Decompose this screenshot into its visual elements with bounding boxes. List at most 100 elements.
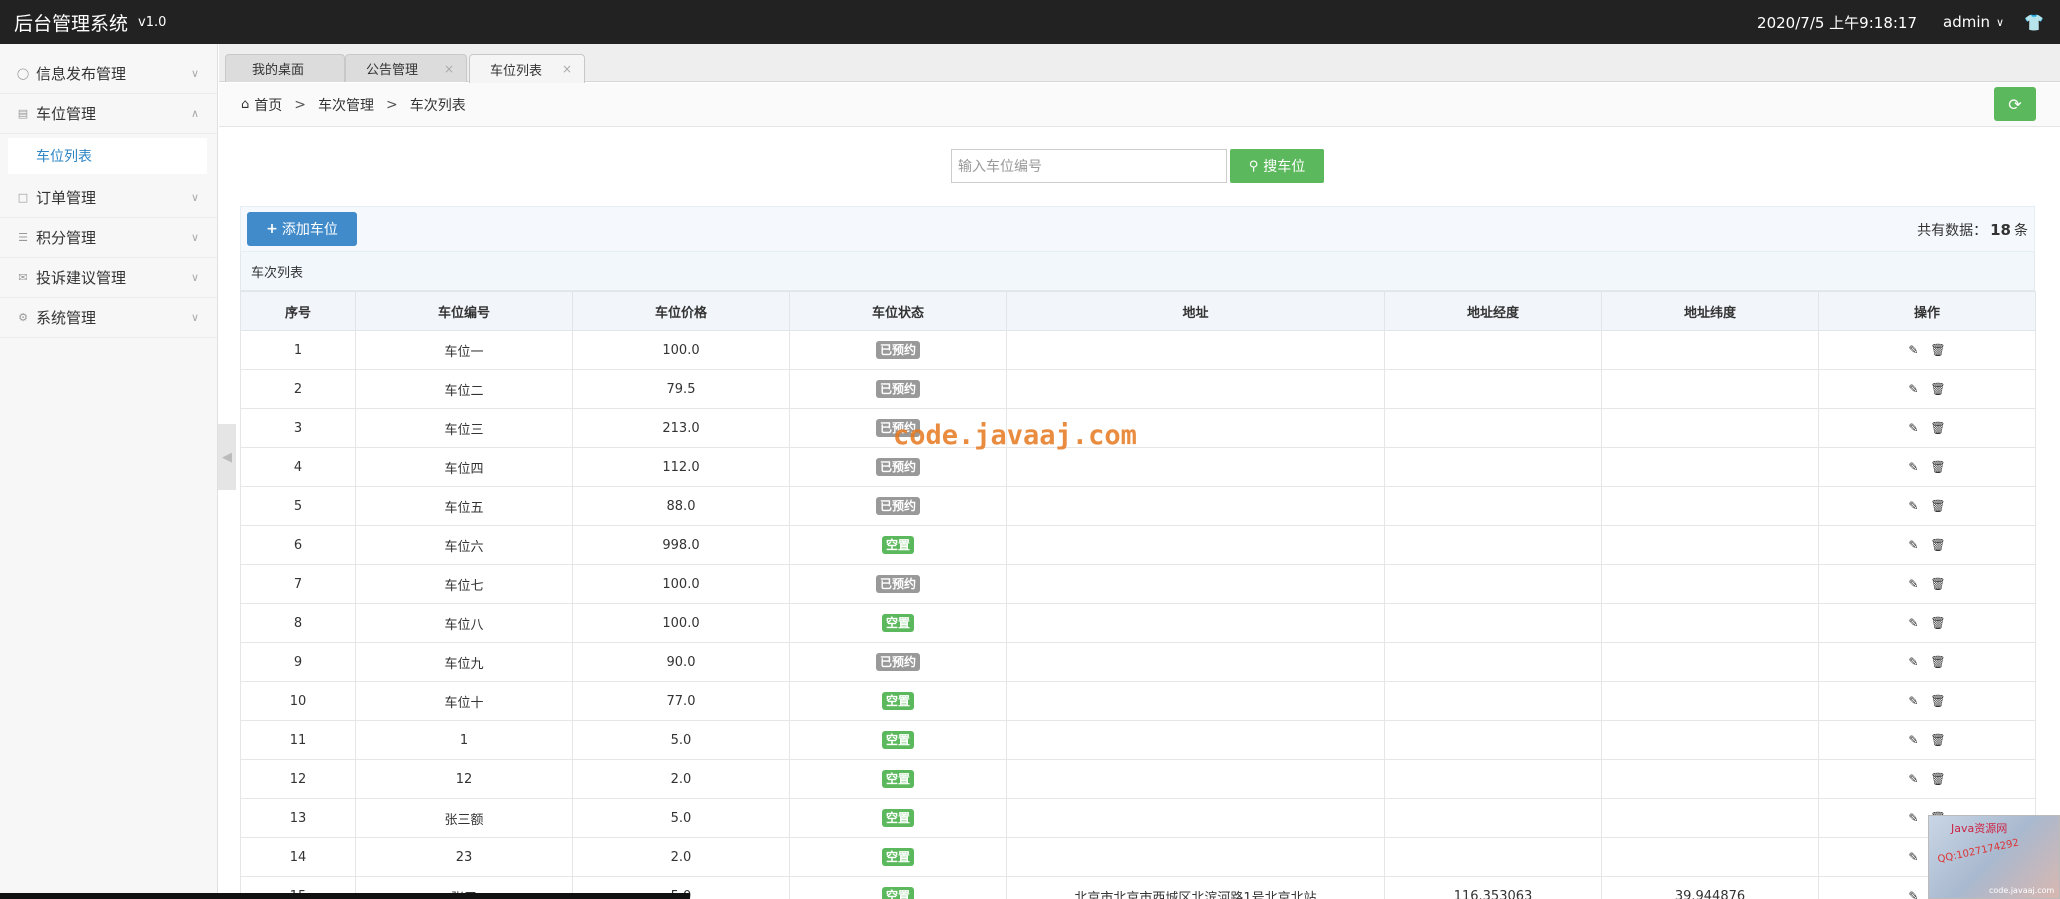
table-row: 4 车位四 112.0 已预约 ✎ 🗑	[240, 447, 2036, 487]
tab-announcements[interactable]: 公告管理 ×	[345, 54, 467, 82]
trash-icon[interactable]: 🗑	[1930, 616, 1945, 630]
refresh-button[interactable]: ⟳	[1994, 87, 2036, 121]
add-parking-button[interactable]: + 添加车位	[247, 212, 357, 246]
close-icon[interactable]: ×	[562, 62, 572, 76]
edit-icon[interactable]: ✎	[1908, 538, 1918, 552]
record-count: 共有数据： 18 条	[1917, 220, 2028, 240]
table-row: 13张三额5.0空置✎🗑	[240, 798, 2036, 838]
list-toolbar: + 添加车位 共有数据： 18 条	[240, 206, 2035, 252]
top-navbar: 后台管理系统 v1.0 2020/7/5 上午9:18:17 admin ∨ 👕	[0, 0, 2060, 44]
breadcrumb-level2: 车次列表	[409, 97, 466, 114]
table-row: 5 车位五 88.0 已预约 ✎ 🗑	[240, 486, 2036, 526]
sidebar-subitem-parking-list[interactable]: 车位列表	[8, 138, 207, 174]
sidebar-item-label: 系统管理	[36, 309, 97, 327]
close-icon[interactable]: ×	[444, 62, 454, 76]
edit-icon[interactable]: ✎	[1908, 499, 1918, 513]
cell-lat	[1601, 369, 1819, 409]
edit-icon[interactable]: ✎	[1908, 850, 1918, 864]
cell-status: 空置	[789, 759, 1007, 799]
cell-lat	[1601, 759, 1819, 799]
cell-actions: ✎🗑	[1818, 564, 2036, 604]
tab-my-desktop[interactable]: 我的桌面	[225, 54, 345, 82]
cell-price: 5.0	[572, 798, 790, 838]
cell-lat	[1601, 408, 1819, 448]
cell-code: 车位五	[355, 486, 573, 526]
trash-icon[interactable]: 🗑	[1930, 382, 1945, 396]
topbar-right: 2020/7/5 上午9:18:17 admin ∨ 👕	[1757, 12, 2060, 33]
cell-no: 3	[240, 408, 356, 448]
cell-code: 车位九	[355, 642, 573, 682]
cell-code: 车位六	[355, 525, 573, 565]
edit-icon[interactable]: ✎	[1908, 811, 1918, 825]
edit-icon[interactable]: ✎	[1908, 694, 1918, 708]
edit-icon[interactable]: ✎	[1908, 421, 1918, 435]
row-actions: ✎🗑	[1908, 577, 1945, 591]
edit-icon[interactable]: ✎	[1908, 382, 1918, 396]
sidebar-collapse-toggle[interactable]: ◀	[218, 424, 236, 490]
cell-price: 2.0	[572, 759, 790, 799]
cell-no: 12	[240, 759, 356, 799]
shirt-icon[interactable]: 👕	[2024, 13, 2044, 32]
datetime-display: 2020/7/5 上午9:18:17	[1757, 13, 1918, 32]
home-icon: ⌂	[241, 97, 250, 112]
tab-parking-list[interactable]: 车位列表 ×	[469, 54, 585, 83]
cell-no: 2	[240, 369, 356, 409]
count-value: 18	[1990, 221, 2011, 239]
search-input[interactable]: 输入车位编号	[951, 149, 1227, 183]
cell-lat	[1601, 603, 1819, 643]
search-icon: ⚲	[1248, 158, 1259, 174]
edit-icon[interactable]: ✎	[1908, 655, 1918, 669]
trash-icon[interactable]: 🗑	[1930, 343, 1945, 357]
chevron-down-icon: ∨	[1996, 15, 2005, 29]
trash-icon[interactable]: 🗑	[1930, 538, 1945, 552]
sidebar-item-info-publish[interactable]: ◯ 信息发布管理 ∨	[0, 54, 217, 94]
edit-icon[interactable]: ✎	[1908, 577, 1918, 591]
trash-icon[interactable]: 🗑	[1930, 772, 1945, 786]
user-menu[interactable]: admin ∨	[1943, 13, 2004, 31]
breadcrumb-separator: >	[294, 96, 306, 113]
trash-icon[interactable]: 🗑	[1930, 655, 1945, 669]
edit-icon[interactable]: ✎	[1908, 889, 1918, 899]
edit-icon[interactable]: ✎	[1908, 460, 1918, 474]
sidebar-item-system[interactable]: ⚙ 系统管理 ∨	[0, 298, 217, 338]
sidebar-item-label: 投诉建议管理	[36, 269, 127, 287]
cell-lng	[1384, 564, 1602, 604]
cell-actions: ✎🗑	[1818, 486, 2036, 526]
breadcrumb-home[interactable]: 首页	[254, 95, 282, 115]
edit-icon[interactable]: ✎	[1908, 616, 1918, 630]
plus-icon: +	[266, 221, 278, 237]
sidebar-item-orders[interactable]: □ 订单管理 ∨	[0, 178, 217, 218]
cell-no: 1	[240, 330, 356, 370]
cell-price: 2.0	[572, 837, 790, 877]
gear-icon: ⚙	[18, 311, 28, 324]
sidebar-item-points[interactable]: ☰ 积分管理 ∨	[0, 218, 217, 258]
edit-icon[interactable]: ✎	[1908, 343, 1918, 357]
cell-lng	[1384, 837, 1602, 877]
sidebar-item-complaints[interactable]: ✉ 投诉建议管理 ∨	[0, 258, 217, 298]
trash-icon[interactable]: 🗑	[1930, 733, 1945, 747]
cell-lng	[1384, 798, 1602, 838]
cell-lat	[1601, 837, 1819, 877]
status-badge: 空置	[881, 770, 914, 788]
trash-icon[interactable]: 🗑	[1930, 694, 1945, 708]
edit-icon[interactable]: ✎	[1908, 772, 1918, 786]
cell-status: 已预约	[789, 486, 1007, 526]
cell-status: 已预约	[789, 564, 1007, 604]
column-header: 地址经度	[1384, 291, 1602, 331]
cell-lng	[1384, 603, 1602, 643]
tab-label: 车位列表	[490, 63, 543, 79]
trash-icon[interactable]: 🗑	[1930, 499, 1945, 513]
search-button[interactable]: ⚲ 搜车位	[1230, 149, 1324, 183]
status-badge: 空置	[881, 809, 914, 827]
row-actions: ✎🗑	[1908, 772, 1945, 786]
sidebar-item-parking[interactable]: ▤ 车位管理 ∧	[0, 94, 217, 134]
cell-address	[1006, 486, 1385, 526]
table-row: 9 车位九 90.0 已预约 ✎ 🗑	[240, 642, 2036, 682]
cell-address	[1006, 759, 1385, 799]
cell-price: 112.0	[572, 447, 790, 487]
trash-icon[interactable]: 🗑	[1930, 577, 1945, 591]
trash-icon[interactable]: 🗑	[1930, 421, 1945, 435]
edit-icon[interactable]: ✎	[1908, 733, 1918, 747]
trash-icon[interactable]: 🗑	[1930, 460, 1945, 474]
cell-address: 北京市北京市西城区北滨河路1号北京北站	[1006, 876, 1385, 899]
